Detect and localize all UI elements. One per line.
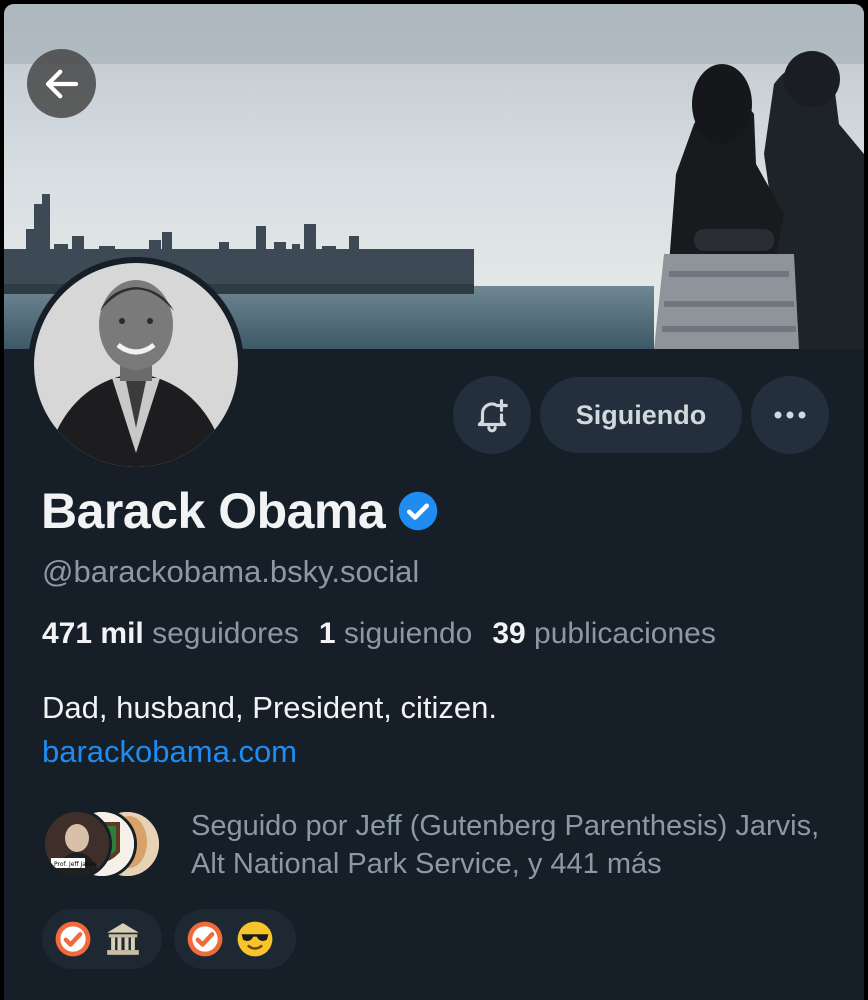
display-name-row: Barack Obama — [41, 482, 439, 540]
following-stat[interactable]: 1 siguiendo — [319, 617, 472, 651]
followed-by-text[interactable]: Seguido por Jeff (Gutenberg Parenthesis)… — [191, 807, 831, 883]
posts-stat: 39 publicaciones — [492, 617, 716, 651]
more-button[interactable] — [751, 376, 829, 454]
label-pill[interactable] — [42, 909, 162, 969]
following-count: 1 — [318, 617, 336, 650]
profile-screen: Siguiendo Barack Obama @barackobama.bsky… — [4, 4, 864, 1000]
posts-label: publicaciones — [534, 617, 716, 650]
website-link[interactable]: barackobama.com — [42, 734, 297, 770]
label-pill[interactable] — [174, 909, 296, 969]
ellipsis-icon — [774, 411, 806, 419]
bio: Dad, husband, President, citizen. — [42, 690, 497, 725]
posts-count: 39 — [492, 617, 526, 650]
notify-button[interactable] — [453, 376, 531, 454]
display-name: Barack Obama — [41, 483, 386, 539]
arrow-left-icon — [45, 69, 78, 98]
known-follower-avatar: Prof. Jeff Jarvis — [42, 809, 112, 879]
bell-plus-icon — [477, 399, 508, 433]
following-button[interactable]: Siguiendo — [540, 377, 742, 453]
followers-label: seguidores — [152, 617, 299, 650]
sunglasses-face-icon — [237, 921, 273, 957]
following-label: siguiendo — [343, 617, 473, 650]
avatar-caption: Prof. Jeff Jarvis — [54, 861, 97, 868]
check-badge-icon — [187, 921, 223, 957]
back-button[interactable] — [27, 49, 96, 118]
classical-building-icon — [107, 923, 139, 955]
check-badge-icon — [55, 921, 91, 957]
followers-count: 471 mil — [42, 617, 144, 650]
known-followers-avatars[interactable]: Prof. Jeff Jarvis — [42, 809, 172, 879]
handle: @barackobama.bsky.social — [42, 554, 420, 589]
verified-check-icon[interactable] — [397, 490, 439, 532]
followers-stat[interactable]: 471 mil seguidores — [42, 617, 299, 651]
profile-stats: 471 mil seguidores 1 siguiendo 39 public… — [42, 617, 716, 651]
avatar[interactable] — [28, 257, 244, 473]
